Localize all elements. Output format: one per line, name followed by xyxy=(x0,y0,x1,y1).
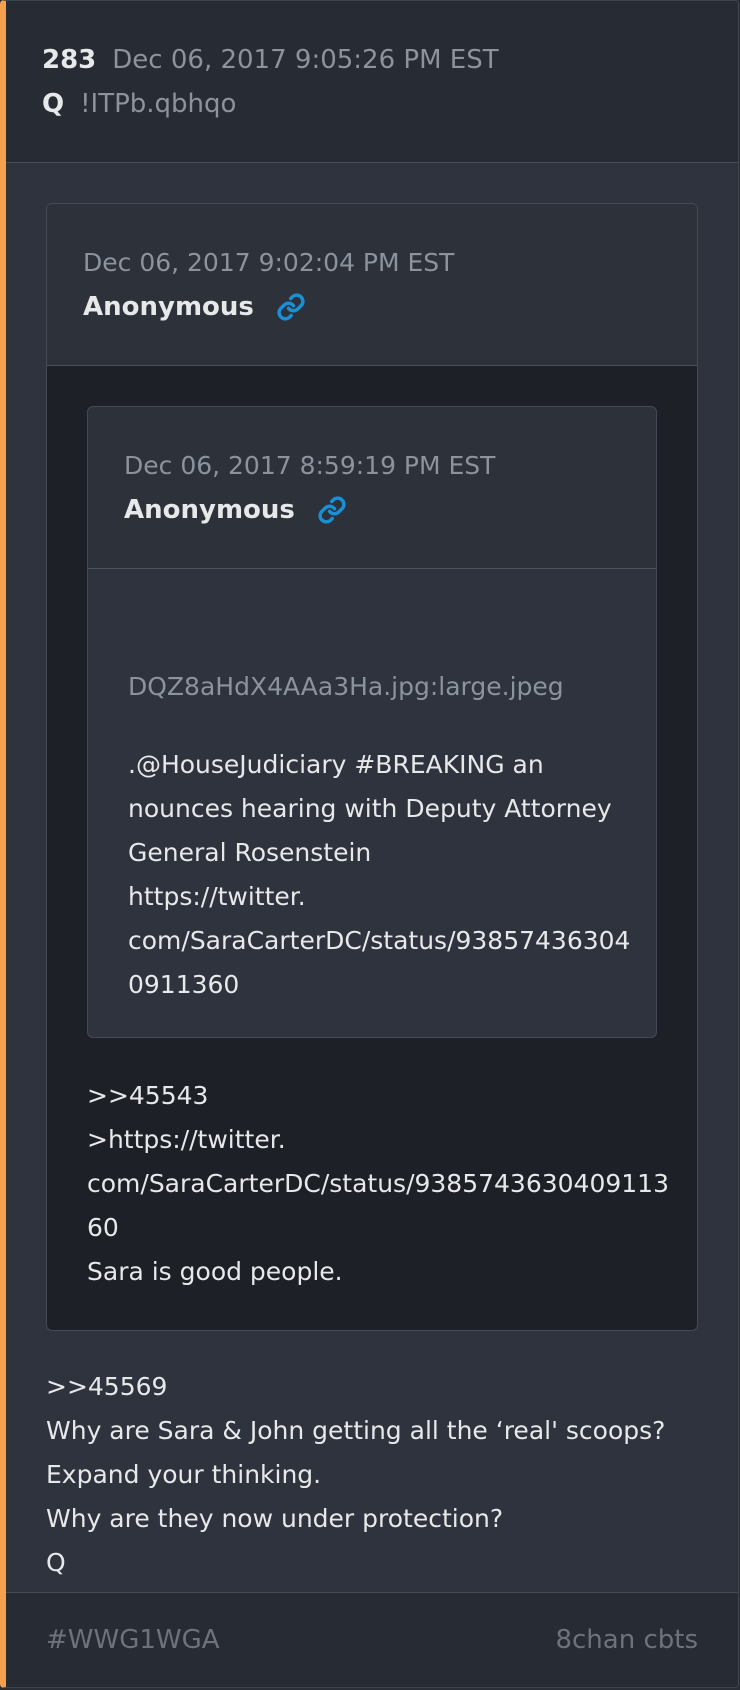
hashtag: #WWG1WGA xyxy=(46,1625,220,1655)
text-line: Why are Sara & John getting all the ‘rea… xyxy=(46,1416,666,1445)
text-line[interactable]: com/SaraCarterDC/status/9385743630409113 xyxy=(87,1162,669,1206)
post-tripcode: !ITPb.qbhqo xyxy=(80,89,237,119)
text-line[interactable]: >>45543 xyxy=(87,1074,657,1118)
quoted-post-timestamp: Dec 06, 2017 9:02:04 PM EST xyxy=(83,248,455,277)
text-line[interactable]: >>45569 xyxy=(46,1365,698,1409)
text-line: Why are they now under protection? xyxy=(46,1504,504,1533)
text-line[interactable]: 0911360 xyxy=(128,963,618,1007)
nested-quoted-post-content: DQZ8aHdX4AAa3Ha.jpg:large.jpeg .@HouseJu… xyxy=(88,569,656,1037)
text-line[interactable]: com/SaraCarterDC/status/93857436304 xyxy=(128,919,630,963)
link-icon[interactable] xyxy=(317,495,347,525)
text-line: nounces hearing with Deputy Attorney xyxy=(128,794,612,823)
nested-quoted-post-author: Anonymous xyxy=(124,495,295,525)
post-header: 283 Dec 06, 2017 9:05:26 PM EST Q !ITPb.… xyxy=(6,1,738,163)
text-line[interactable]: 60 xyxy=(87,1206,657,1250)
text-line[interactable]: https://twitter. xyxy=(128,875,618,919)
quoted-post: Dec 06, 2017 9:02:04 PM EST Anonymous De… xyxy=(46,203,698,1331)
nested-quoted-post: Dec 06, 2017 8:59:19 PM EST Anonymous DQ… xyxy=(87,406,657,1038)
link-icon[interactable] xyxy=(276,292,306,322)
post-number[interactable]: 283 xyxy=(42,45,96,75)
quoted-post-author: Anonymous xyxy=(83,292,254,322)
post-author: Q xyxy=(42,89,65,119)
text-line: Q xyxy=(46,1548,66,1577)
quoted-post-header: Dec 06, 2017 9:02:04 PM EST Anonymous xyxy=(47,204,697,366)
text-line: Expand your thinking. xyxy=(46,1460,322,1489)
text-line: General Rosenstein xyxy=(128,838,372,867)
post-text: >>45569 Why are Sara & John getting all … xyxy=(46,1365,698,1585)
post-timestamp: Dec 06, 2017 9:05:26 PM EST xyxy=(112,45,499,75)
quoted-post-text: >>45543 >https://twitter. com/SaraCarter… xyxy=(87,1074,669,1294)
nested-quoted-post-text: .@HouseJudiciary #BREAKING an nounces he… xyxy=(128,743,630,1007)
source-label: 8chan cbts xyxy=(555,1625,698,1655)
post-footer: #WWG1WGA 8chan cbts xyxy=(6,1592,738,1687)
image-filename-link[interactable]: DQZ8aHdX4AAa3Ha.jpg:large.jpeg xyxy=(128,665,618,709)
text-line: .@HouseJudiciary #BREAKING an xyxy=(128,750,544,779)
nested-quoted-post-timestamp: Dec 06, 2017 8:59:19 PM EST xyxy=(124,451,496,480)
quoted-post-content: Dec 06, 2017 8:59:19 PM EST Anonymous DQ… xyxy=(47,366,697,1330)
text-line[interactable]: >https://twitter. xyxy=(87,1118,657,1162)
post-card: 283 Dec 06, 2017 9:05:26 PM EST Q !ITPb.… xyxy=(0,0,739,1688)
text-line: Sara is good people. xyxy=(87,1257,343,1286)
post-body: Dec 06, 2017 9:02:04 PM EST Anonymous De… xyxy=(6,163,738,1585)
nested-quoted-post-header: Dec 06, 2017 8:59:19 PM EST Anonymous xyxy=(88,407,656,569)
